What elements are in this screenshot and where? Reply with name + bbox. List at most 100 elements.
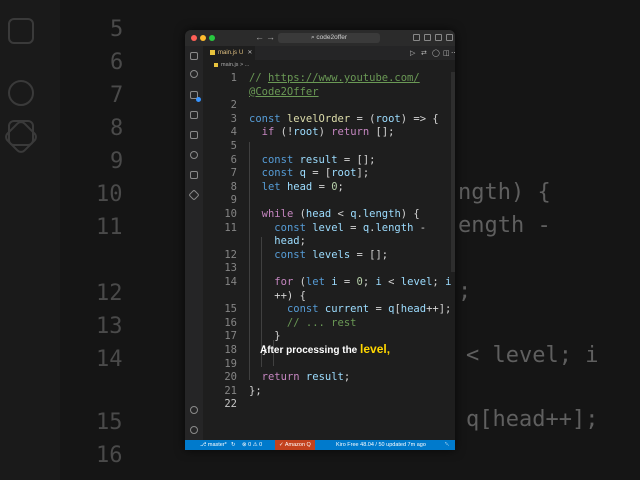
line-number: 21 bbox=[224, 384, 237, 397]
testing-icon[interactable] bbox=[190, 171, 198, 179]
line-number: 5 bbox=[230, 140, 237, 152]
code-line[interactable]: head; bbox=[249, 235, 306, 247]
background-line-number: 9 bbox=[110, 149, 124, 174]
code-line[interactable]: let head = 0; bbox=[249, 181, 344, 193]
code-line[interactable]: const level = q.length - bbox=[249, 222, 426, 234]
background-line-number: 10 bbox=[96, 182, 123, 207]
code-line[interactable]: }; bbox=[249, 385, 262, 397]
close-window-button[interactable] bbox=[191, 35, 197, 41]
background-activity-bar bbox=[0, 0, 60, 480]
caption-highlight: level, bbox=[360, 342, 391, 356]
activity-bar bbox=[185, 46, 203, 440]
problems-status[interactable]: ⊗ 0 ⚠ 0 bbox=[242, 440, 262, 450]
background-line-number: 12 bbox=[96, 281, 123, 306]
code-line[interactable]: // https://www.youtube.com/ bbox=[249, 72, 420, 84]
tab-close-icon[interactable]: ✕ bbox=[247, 50, 252, 56]
tab-label: main.js bbox=[218, 50, 238, 56]
compare-changes-icon[interactable]: ⇄ bbox=[421, 49, 427, 57]
explorer-icon[interactable] bbox=[190, 52, 198, 60]
line-number: 22 bbox=[224, 398, 237, 411]
code-line[interactable]: while (head < q.length) { bbox=[249, 208, 420, 220]
background-code-fragment: ength - bbox=[458, 213, 551, 238]
line-number: 16 bbox=[224, 316, 237, 329]
code-line[interactable]: const q = [root]; bbox=[249, 167, 370, 179]
background-line-number: 5 bbox=[110, 17, 124, 42]
git-branch-status[interactable]: ⎇ master* bbox=[200, 440, 227, 450]
background-code-fragment: ; bbox=[458, 279, 472, 304]
amazon-q-icon[interactable] bbox=[188, 189, 200, 201]
notifications-bell-icon[interactable]: ␇ bbox=[445, 440, 449, 450]
remote-explorer-icon[interactable] bbox=[190, 151, 198, 159]
background-line-number: 7 bbox=[110, 83, 124, 108]
run-debug-icon[interactable] bbox=[190, 111, 198, 119]
code-line[interactable]: @Code2Offer bbox=[249, 86, 319, 98]
zoom-window-button[interactable] bbox=[209, 35, 215, 41]
sync-icon[interactable]: ↻ bbox=[231, 440, 236, 450]
line-number: 9 bbox=[230, 194, 237, 207]
toggle-sidebar-icon[interactable] bbox=[413, 34, 420, 41]
code-line[interactable]: for (let i = 0; i < level; i bbox=[249, 276, 451, 288]
line-number: 7 bbox=[230, 167, 237, 180]
code-line[interactable]: const levels = []; bbox=[249, 249, 388, 261]
toggle-secondary-sidebar-icon[interactable] bbox=[435, 34, 442, 41]
extensions-icon[interactable] bbox=[190, 131, 198, 139]
background-github-icon bbox=[8, 80, 34, 106]
line-number: 12 bbox=[224, 248, 237, 261]
code-line[interactable]: // ... rest bbox=[249, 317, 357, 329]
code-line[interactable]: return result; bbox=[249, 371, 351, 383]
line-number: 15 bbox=[224, 303, 237, 316]
source-control-badge bbox=[196, 97, 201, 102]
background-code-fragment: q[head++]; bbox=[466, 407, 599, 432]
code-line[interactable]: } bbox=[249, 330, 280, 342]
amazon-q-status[interactable]: ✓ Amazon Q bbox=[275, 440, 315, 450]
line-number: 1 bbox=[230, 72, 237, 84]
breadcrumb[interactable]: main.js > ... bbox=[203, 60, 455, 70]
background-code-fragment: ngth) { bbox=[458, 180, 551, 205]
background-code-fragment: < level; i bbox=[466, 343, 599, 368]
line-number: 20 bbox=[224, 371, 237, 384]
breadcrumb-text: main.js > ... bbox=[221, 62, 250, 68]
kiro-status[interactable]: Kiro Free 48.04 / 50 updated 7m ago bbox=[336, 440, 426, 450]
toggle-panel-icon[interactable] bbox=[424, 34, 431, 41]
line-number: 13 bbox=[224, 262, 237, 275]
status-bar: ⎇ master* ↻ ⊗ 0 ⚠ 0 ✓ Amazon Q Kiro Free… bbox=[185, 440, 455, 450]
line-number: 4 bbox=[230, 126, 237, 139]
run-file-icon[interactable]: ▷ bbox=[410, 49, 415, 57]
javascript-file-icon bbox=[214, 62, 218, 67]
background-line-number: 11 bbox=[96, 215, 123, 240]
code-line[interactable]: ++) { bbox=[249, 290, 306, 302]
code-line[interactable]: const levelOrder = (root) => { bbox=[249, 113, 439, 125]
caption-text: After processing the bbox=[260, 345, 361, 356]
search-icon[interactable] bbox=[190, 70, 198, 78]
line-number: 17 bbox=[224, 330, 237, 343]
line-number: 11 bbox=[224, 221, 237, 234]
code-line[interactable]: const result = []; bbox=[249, 154, 376, 166]
tab-main-js[interactable]: main.js U ✕ bbox=[203, 46, 255, 60]
forward-arrow-icon[interactable]: → bbox=[266, 32, 275, 42]
line-number: 8 bbox=[230, 180, 237, 193]
open-changes-icon[interactable]: ◯ bbox=[432, 49, 440, 57]
javascript-file-icon bbox=[210, 49, 215, 55]
tab-bar: main.js U ✕ ▷ ⇄ ◯ ◫ ⋯ bbox=[203, 46, 455, 60]
layout-icon[interactable] bbox=[446, 34, 453, 41]
split-editor-icon[interactable]: ◫ bbox=[443, 49, 450, 57]
code-line[interactable]: if (!root) return []; bbox=[249, 126, 395, 138]
background-line-number: 16 bbox=[96, 443, 123, 468]
back-arrow-icon[interactable]: ← bbox=[255, 32, 264, 42]
background-line-number: 8 bbox=[110, 116, 124, 141]
line-number: 10 bbox=[224, 208, 237, 220]
code-editor[interactable]: 1 // https://www.youtube.com/ @Code2Offer 2… bbox=[203, 72, 455, 440]
line-number: 14 bbox=[224, 276, 237, 288]
background-files-icon bbox=[8, 18, 34, 44]
background-line-number: 14 bbox=[96, 347, 123, 372]
video-caption: After processing the level, bbox=[260, 342, 390, 356]
more-actions-icon[interactable]: ⋯ bbox=[451, 49, 455, 57]
minimize-window-button[interactable] bbox=[200, 35, 206, 41]
scrollbar[interactable] bbox=[451, 72, 455, 272]
line-number: 6 bbox=[230, 153, 237, 166]
line-number: 18 bbox=[224, 344, 237, 356]
command-center-search[interactable]: ⌕ code2offer bbox=[278, 33, 380, 43]
account-icon[interactable] bbox=[190, 406, 198, 414]
code-line[interactable]: const current = q[head++]; bbox=[249, 303, 451, 315]
settings-gear-icon[interactable] bbox=[190, 426, 198, 434]
